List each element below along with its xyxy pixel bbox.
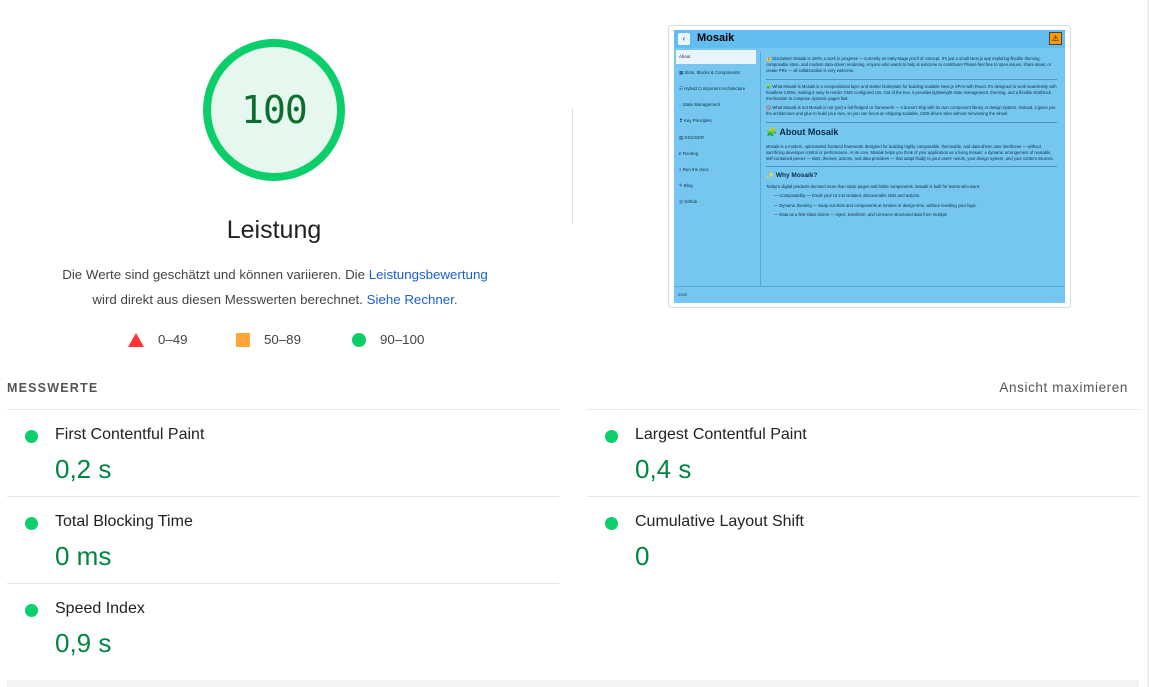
expand-view-toggle[interactable]: Ansicht maximieren bbox=[999, 380, 1128, 395]
square-icon bbox=[236, 332, 250, 347]
screenshot-divider bbox=[766, 78, 1057, 80]
performance-score: 100 bbox=[241, 88, 308, 132]
metric-value: 0,2 s bbox=[55, 454, 112, 484]
screenshot-sidebar-item: ▦ Slots, Blocks & Components bbox=[679, 70, 740, 75]
legend-average: 50–89 bbox=[236, 332, 301, 347]
screenshot-sidebar-item: ◎ Github bbox=[679, 199, 698, 204]
screenshot-why-heading: ✨ Why Mosaik? bbox=[766, 172, 818, 180]
triangle-icon bbox=[128, 332, 144, 347]
warning-icon: ⚠ bbox=[1049, 32, 1062, 45]
screenshot-why-text: Today's digital products demand more tha… bbox=[766, 184, 981, 190]
final-screenshot[interactable]: ‹ Mosaik ⚠ About ▦ Slots, Blocks & Compo… bbox=[674, 30, 1065, 303]
screenshot-header: ‹ Mosaik ⚠ bbox=[674, 30, 1065, 48]
screenshot-divider bbox=[766, 121, 1057, 123]
screenshot-sidebar-item: ▤ SSG/SSR bbox=[679, 135, 704, 140]
screenshot-why-item: — Composability — break your UI into iso… bbox=[774, 193, 921, 199]
metric-first-contentful-paint[interactable]: First Contentful Paint 0,2 s bbox=[7, 409, 559, 496]
metrics-title: MESSWERTE bbox=[7, 381, 99, 395]
bottom-scroll-area bbox=[7, 680, 1139, 687]
legend-fail: 0–49 bbox=[128, 332, 188, 347]
metric-label: First Contentful Paint bbox=[55, 426, 205, 443]
description-text-1: Die Werte sind geschätzt und können vari… bbox=[62, 267, 369, 282]
score-legend: 0–49 50–89 90–100 bbox=[0, 332, 560, 352]
score-description: Die Werte sind geschätzt und können vari… bbox=[30, 262, 520, 312]
metric-value: 0 ms bbox=[55, 541, 112, 571]
legend-pass: 90–100 bbox=[352, 332, 424, 347]
circle-icon bbox=[352, 332, 366, 347]
metric-value: 0,9 s bbox=[55, 628, 112, 658]
legend-average-range: 50–89 bbox=[264, 332, 301, 347]
metric-label: Largest Contentful Paint bbox=[635, 426, 807, 443]
screenshot-sidebar-item: ☰ Hybrid Component Architecture bbox=[679, 86, 746, 91]
screenshot-content: ⚠️ Disclaimer Mosaik is 100% a work in p… bbox=[760, 52, 1059, 286]
screenshot-why-item: — Dynamic theming — swap out slots and c… bbox=[774, 202, 977, 208]
metric-label: Total Blocking Time bbox=[55, 513, 193, 530]
screenshot-sidebar-item: About bbox=[676, 50, 756, 64]
metric-speed-index[interactable]: Speed Index 0,9 s bbox=[7, 583, 559, 670]
performance-gauge: 100 bbox=[202, 38, 346, 182]
performance-title: Leistung bbox=[226, 216, 322, 244]
legend-fail-range: 0–49 bbox=[158, 332, 188, 347]
screenshot-divider bbox=[766, 166, 1057, 168]
screenshot-sidebar-item: ⑈ Routing bbox=[679, 151, 699, 156]
scoring-link[interactable]: Leistungsbewertung bbox=[369, 267, 488, 282]
screenshot-sidebar: About ▦ Slots, Blocks & Components ☰ Hyb… bbox=[674, 50, 756, 286]
metric-value: 0,4 s bbox=[635, 454, 692, 484]
screenshot-sidebar-item: ❢ Key Principles bbox=[679, 118, 712, 123]
screenshot-about-heading: 🧩 About Mosaik bbox=[766, 126, 839, 137]
screenshot-why-item: — Data as a first-class citizen — inject… bbox=[774, 211, 948, 217]
description-text-2: wird direkt aus diesen Messwerten berech… bbox=[92, 292, 367, 307]
calculator-link[interactable]: Siehe Rechner. bbox=[367, 292, 458, 307]
legend-pass-range: 90–100 bbox=[380, 332, 425, 347]
screenshot-sidebar-item: ◌ State Management bbox=[679, 102, 720, 107]
metric-largest-contentful-paint[interactable]: Largest Contentful Paint 0,4 s bbox=[587, 409, 1139, 496]
screenshot-footer: 2025 bbox=[674, 286, 1065, 303]
metric-total-blocking-time[interactable]: Total Blocking Time 0 ms bbox=[7, 496, 559, 583]
metric-cumulative-layout-shift[interactable]: Cumulative Layout Shift 0 bbox=[587, 496, 1139, 583]
back-icon: ‹ bbox=[678, 33, 690, 45]
screenshot-disclaimer: ⚠️ Disclaimer Mosaik is 100% a work in p… bbox=[766, 56, 1052, 74]
screenshot-what-is: 🧩 What Mosaik is Mosaik is a composition… bbox=[766, 83, 1057, 102]
metric-value: 0 bbox=[635, 541, 650, 571]
vertical-divider bbox=[572, 108, 573, 224]
screenshot-sidebar-item: ⌕ Run the docs bbox=[679, 167, 709, 172]
screenshot-sidebar-item: ✎ Blog bbox=[679, 183, 693, 188]
pass-circle-icon bbox=[25, 517, 38, 530]
screenshot-about-text: Mosaik is a modern, opinionated frontend… bbox=[766, 143, 1054, 162]
pass-circle-icon bbox=[25, 604, 38, 617]
pass-circle-icon bbox=[25, 430, 38, 443]
metric-label: Speed Index bbox=[55, 600, 145, 617]
pass-circle-icon bbox=[605, 517, 618, 530]
metric-label: Cumulative Layout Shift bbox=[635, 513, 804, 530]
pass-circle-icon bbox=[605, 430, 618, 443]
screenshot-app-title: Mosaik bbox=[697, 32, 735, 44]
screenshot-what-is-not: 🚫 What Mosaik is not Mosaik is not (yet)… bbox=[766, 105, 1056, 117]
